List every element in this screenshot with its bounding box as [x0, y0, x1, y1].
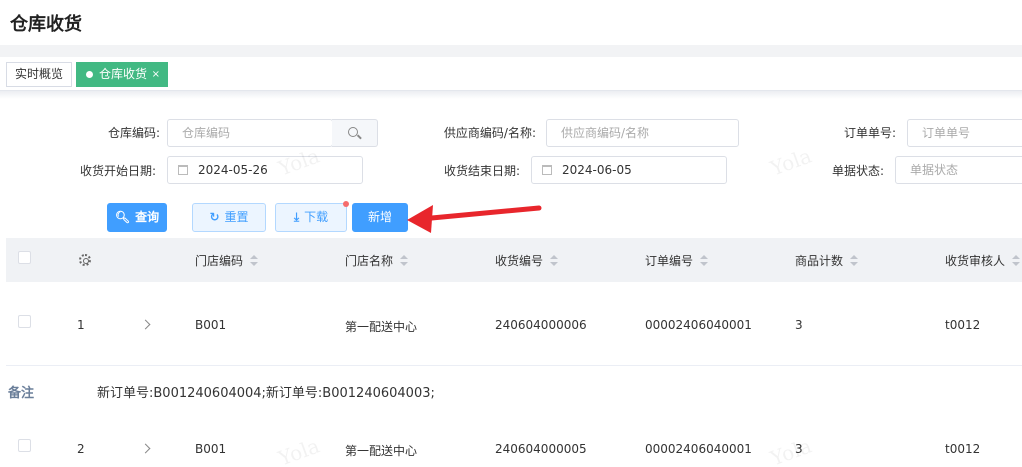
page: 仓库收货 实时概览 仓库收货 × 仓库编码: 仓库编码 供应商编码/名称: 供应… [0, 0, 1022, 467]
start-date-input[interactable]: 2024-05-26 [167, 156, 363, 184]
download-label: 下载 [304, 210, 329, 224]
cell-receipt-no: 240604000006 [495, 318, 587, 332]
gear-icon[interactable] [79, 254, 91, 266]
calendar-icon [178, 165, 188, 175]
add-button[interactable]: 新增 [352, 203, 408, 232]
start-date-label: 收货开始日期: [79, 164, 156, 178]
cell-order-no: 00002406040001 [645, 442, 752, 456]
download-icon: ⤓ [293, 210, 300, 224]
search-icon: 🔍︎ [114, 210, 131, 224]
end-date-input[interactable]: 2024-06-05 [531, 156, 727, 184]
notification-dot [343, 201, 349, 207]
doc-status-select[interactable]: 单据状态 [895, 156, 1022, 184]
cell-store-code: B001 [195, 442, 227, 456]
row-checkbox[interactable] [18, 439, 31, 452]
refresh-icon: ↻ [209, 210, 220, 224]
tab-label: 仓库收货 [99, 67, 148, 81]
column-header-item-count[interactable]: 商品计数 [795, 252, 859, 269]
start-date-value: 2024-05-26 [198, 163, 268, 177]
order-no-input[interactable]: 订单单号 [907, 119, 1022, 147]
column-header-store-code[interactable]: 门店编码 [195, 252, 259, 269]
row-index: 1 [77, 318, 85, 332]
select-all-checkbox[interactable] [18, 251, 31, 264]
warehouse-code-label: 仓库编码: [107, 126, 160, 140]
tab-overview[interactable]: 实时概览 [6, 62, 73, 87]
end-date-label: 收货结束日期: [443, 164, 520, 178]
row-divider [6, 365, 1022, 366]
row-index: 2 [77, 442, 85, 456]
remark-label: 备注 [8, 386, 35, 401]
supplier-label: 供应商编码/名称: [443, 126, 536, 140]
warehouse-search-button[interactable] [332, 119, 378, 147]
supplier-input[interactable]: 供应商编码/名称 [546, 119, 739, 147]
column-header-store-name[interactable]: 门店名称 [345, 252, 409, 269]
search-icon [348, 127, 358, 137]
expand-chevron-icon[interactable] [140, 319, 151, 330]
reset-label: 重置 [224, 210, 249, 224]
sort-icon[interactable] [849, 255, 859, 267]
cell-item-count: 3 [795, 318, 803, 332]
page-title: 仓库收货 [10, 14, 82, 35]
tab-warehouse-receiving[interactable]: 仓库收货 × [76, 62, 169, 87]
cell-receipt-no: 240604000005 [495, 442, 587, 456]
end-date-value: 2024-06-05 [562, 163, 632, 177]
active-dot-icon [86, 71, 93, 78]
download-button[interactable]: ⤓ 下载 [275, 203, 347, 232]
cell-store-code: B001 [195, 318, 227, 332]
tab-bar: 实时概览 仓库收货 × [0, 57, 1022, 91]
cell-store-name: 第一配送中心 [345, 320, 418, 334]
close-icon[interactable]: × [152, 63, 160, 86]
header-band [0, 45, 1022, 57]
remark-text: 新订单号:B001240604004;新订单号:B001240604003; [97, 386, 435, 401]
reset-button[interactable]: ↻ 重置 [192, 203, 266, 232]
sort-icon[interactable] [399, 255, 409, 267]
column-header-reviewer[interactable]: 收货审核人 [945, 252, 1021, 269]
row-checkbox[interactable] [18, 315, 31, 328]
column-header-order-no[interactable]: 订单编号 [645, 252, 709, 269]
query-button[interactable]: 🔍︎ 查询 [107, 203, 167, 232]
red-arrow-annotation [407, 205, 542, 233]
order-no-label: 订单单号: [843, 126, 896, 140]
cell-store-name: 第一配送中心 [345, 444, 418, 458]
sort-icon[interactable] [549, 255, 559, 267]
sort-icon[interactable] [249, 255, 259, 267]
sort-icon[interactable] [699, 255, 709, 267]
watermark: Yola [767, 433, 815, 467]
divider [0, 91, 1022, 99]
watermark: Yola [275, 433, 323, 467]
cell-order-no: 00002406040001 [645, 318, 752, 332]
sort-icon[interactable] [1011, 255, 1021, 267]
calendar-icon [542, 165, 552, 175]
cell-reviewer: t0012 [945, 442, 981, 456]
expand-chevron-icon[interactable] [140, 443, 151, 454]
column-header-receipt-no[interactable]: 收货编号 [495, 252, 559, 269]
warehouse-code-input[interactable]: 仓库编码 [167, 119, 333, 147]
cell-reviewer: t0012 [945, 318, 981, 332]
query-label: 查询 [135, 210, 160, 224]
